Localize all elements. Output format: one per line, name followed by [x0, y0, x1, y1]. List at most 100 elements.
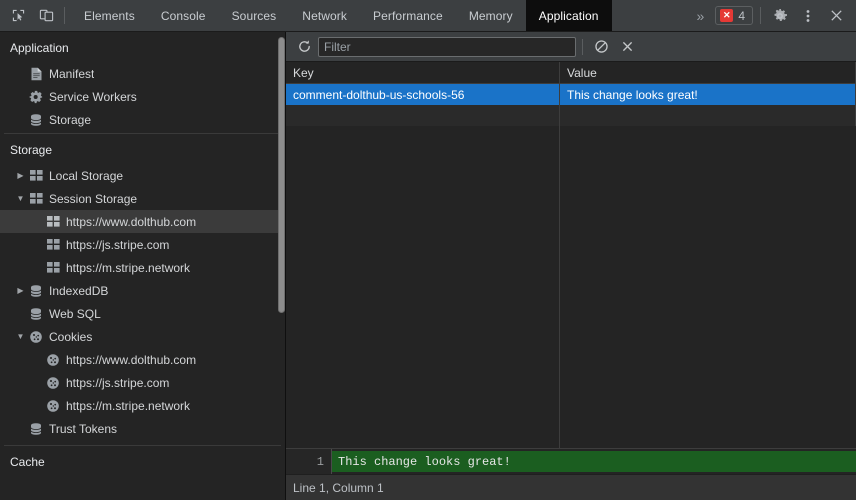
value-preview-pane: 1 This change looks great! [286, 448, 856, 474]
chevron-right-icon[interactable]: ▶ [14, 171, 27, 180]
grid-empty-col-key [286, 126, 560, 448]
device-toolbar-icon[interactable] [32, 0, 60, 31]
tab-console[interactable]: Console [148, 0, 219, 31]
storage-toolbar [286, 32, 856, 62]
tab-label: Memory [469, 9, 513, 23]
devtools-body: Application Manifest [0, 32, 856, 500]
sidebar-item-label: Manifest [49, 67, 94, 81]
storage-grid-icon [44, 262, 62, 273]
sidebar-item-session-m-stripe[interactable]: https://m.stripe.network [0, 256, 285, 279]
chevron-down-icon[interactable]: ▼ [14, 194, 27, 203]
sidebar-item-label: https://m.stripe.network [66, 399, 190, 413]
sidebar-item-session-storage[interactable]: ▼ Session Storage [0, 187, 285, 210]
cookie-icon [44, 399, 62, 413]
cookie-icon [44, 353, 62, 367]
sidebar-item-cookies[interactable]: ▼ Cookies [0, 325, 285, 348]
gear-icon[interactable] [766, 0, 794, 31]
toolbar-divider-right [760, 7, 761, 24]
grid-header-row: Key Value [286, 62, 856, 84]
tab-memory[interactable]: Memory [456, 0, 526, 31]
section-title-cache: Cache [0, 446, 285, 469]
cell-key: comment-dolthub-us-schools-56 [286, 84, 560, 105]
sidebar-item-indexeddb[interactable]: ▶ IndexedDB [0, 279, 285, 302]
more-vertical-icon[interactable] [794, 0, 822, 31]
storage-data-grid: Key Value comment-dolthub-us-schools-56 … [286, 62, 856, 448]
devtools-window: Elements Console Sources Network Perform… [0, 0, 856, 500]
storage-section: Storage ▶ Local Storage ▼ [0, 134, 285, 440]
database-icon [27, 422, 45, 436]
sidebar-item-label: Cookies [49, 330, 92, 344]
sidebar-item-label: https://js.stripe.com [66, 376, 169, 390]
sidebar-item-service-workers[interactable]: Service Workers [0, 85, 285, 108]
panel-tabs: Elements Console Sources Network Perform… [71, 0, 612, 31]
application-sidebar: Application Manifest [0, 32, 286, 500]
sidebar-item-cookies-dolthub[interactable]: https://www.dolthub.com [0, 348, 285, 371]
sidebar-item-label: Trust Tokens [49, 422, 117, 436]
database-icon [27, 113, 45, 127]
tab-performance[interactable]: Performance [360, 0, 456, 31]
more-tabs-button[interactable]: » [688, 0, 714, 31]
cookie-icon [27, 330, 45, 344]
more-tabs-label: » [697, 8, 705, 24]
editor-status-bar: Line 1, Column 1 [286, 474, 856, 500]
delete-selected-icon[interactable] [615, 36, 639, 58]
sidebar-scrollbar[interactable] [278, 37, 285, 313]
sidebar-item-label: https://js.stripe.com [66, 238, 169, 252]
sidebar-item-trust-tokens[interactable]: Trust Tokens [0, 417, 285, 440]
devtools-tabbar: Elements Console Sources Network Perform… [0, 0, 856, 32]
tab-application[interactable]: Application [526, 0, 612, 31]
sidebar-item-label: Storage [49, 113, 91, 127]
sidebar-item-session-js-stripe[interactable]: https://js.stripe.com [0, 233, 285, 256]
error-count-badge[interactable]: ✕ 4 [715, 6, 753, 25]
sidebar-item-label: https://m.stripe.network [66, 261, 190, 275]
tab-network[interactable]: Network [289, 0, 360, 31]
chevron-down-icon[interactable]: ▼ [14, 332, 27, 341]
grid-empty-col-value [560, 126, 856, 448]
storage-main-panel: Key Value comment-dolthub-us-schools-56 … [286, 32, 856, 500]
error-x-icon: ✕ [720, 9, 733, 22]
sidebar-item-manifest[interactable]: Manifest [0, 62, 285, 85]
section-title-application: Application [0, 32, 285, 62]
error-count-label: 4 [738, 9, 745, 23]
application-section: Application Manifest [0, 32, 285, 131]
sidebar-item-cookies-js-stripe[interactable]: https://js.stripe.com [0, 371, 285, 394]
sidebar-item-web-sql[interactable]: Web SQL [0, 302, 285, 325]
storage-grid-icon [27, 170, 45, 181]
filter-input[interactable] [318, 37, 576, 57]
sidebar-item-label: https://www.dolthub.com [66, 353, 196, 367]
sidebar-item-label: Web SQL [49, 307, 101, 321]
cell-value-empty [560, 105, 856, 126]
cookie-icon [44, 376, 62, 390]
sidebar-item-label: Service Workers [49, 90, 137, 104]
tab-label: Sources [232, 9, 277, 23]
refresh-icon[interactable] [292, 36, 316, 58]
clear-all-icon[interactable] [589, 36, 613, 58]
chevron-right-icon[interactable]: ▶ [14, 286, 27, 295]
cell-key-empty [286, 105, 560, 126]
tab-sources[interactable]: Sources [219, 0, 290, 31]
grid-empty-area[interactable] [286, 126, 856, 448]
cell-value: This change looks great! [560, 84, 856, 105]
preview-code-line[interactable]: This change looks great! [332, 451, 856, 472]
tab-elements[interactable]: Elements [71, 0, 148, 31]
tab-label: Elements [84, 9, 135, 23]
sidebar-item-storage[interactable]: Storage [0, 108, 285, 131]
gear-icon [27, 90, 45, 104]
table-row[interactable]: comment-dolthub-us-schools-56 This chang… [286, 84, 856, 105]
sidebar-item-cookies-m-stripe[interactable]: https://m.stripe.network [0, 394, 285, 417]
toolbar-divider [64, 7, 65, 24]
database-icon [27, 284, 45, 298]
section-title-storage: Storage [0, 134, 285, 164]
tabbar-right-actions: » ✕ 4 [688, 0, 856, 31]
sidebar-item-local-storage[interactable]: ▶ Local Storage [0, 164, 285, 187]
inspect-cursor-icon[interactable] [4, 0, 32, 31]
close-icon[interactable] [822, 0, 850, 31]
sidebar-item-session-dolthub[interactable]: https://www.dolthub.com [0, 210, 285, 233]
column-header-key[interactable]: Key [286, 62, 560, 83]
tab-label: Application [539, 9, 599, 23]
tab-label: Performance [373, 9, 443, 23]
sidebar-item-label: https://www.dolthub.com [66, 215, 196, 229]
table-row-empty[interactable] [286, 105, 856, 126]
column-header-value[interactable]: Value [560, 62, 856, 83]
storage-grid-icon [44, 216, 62, 227]
